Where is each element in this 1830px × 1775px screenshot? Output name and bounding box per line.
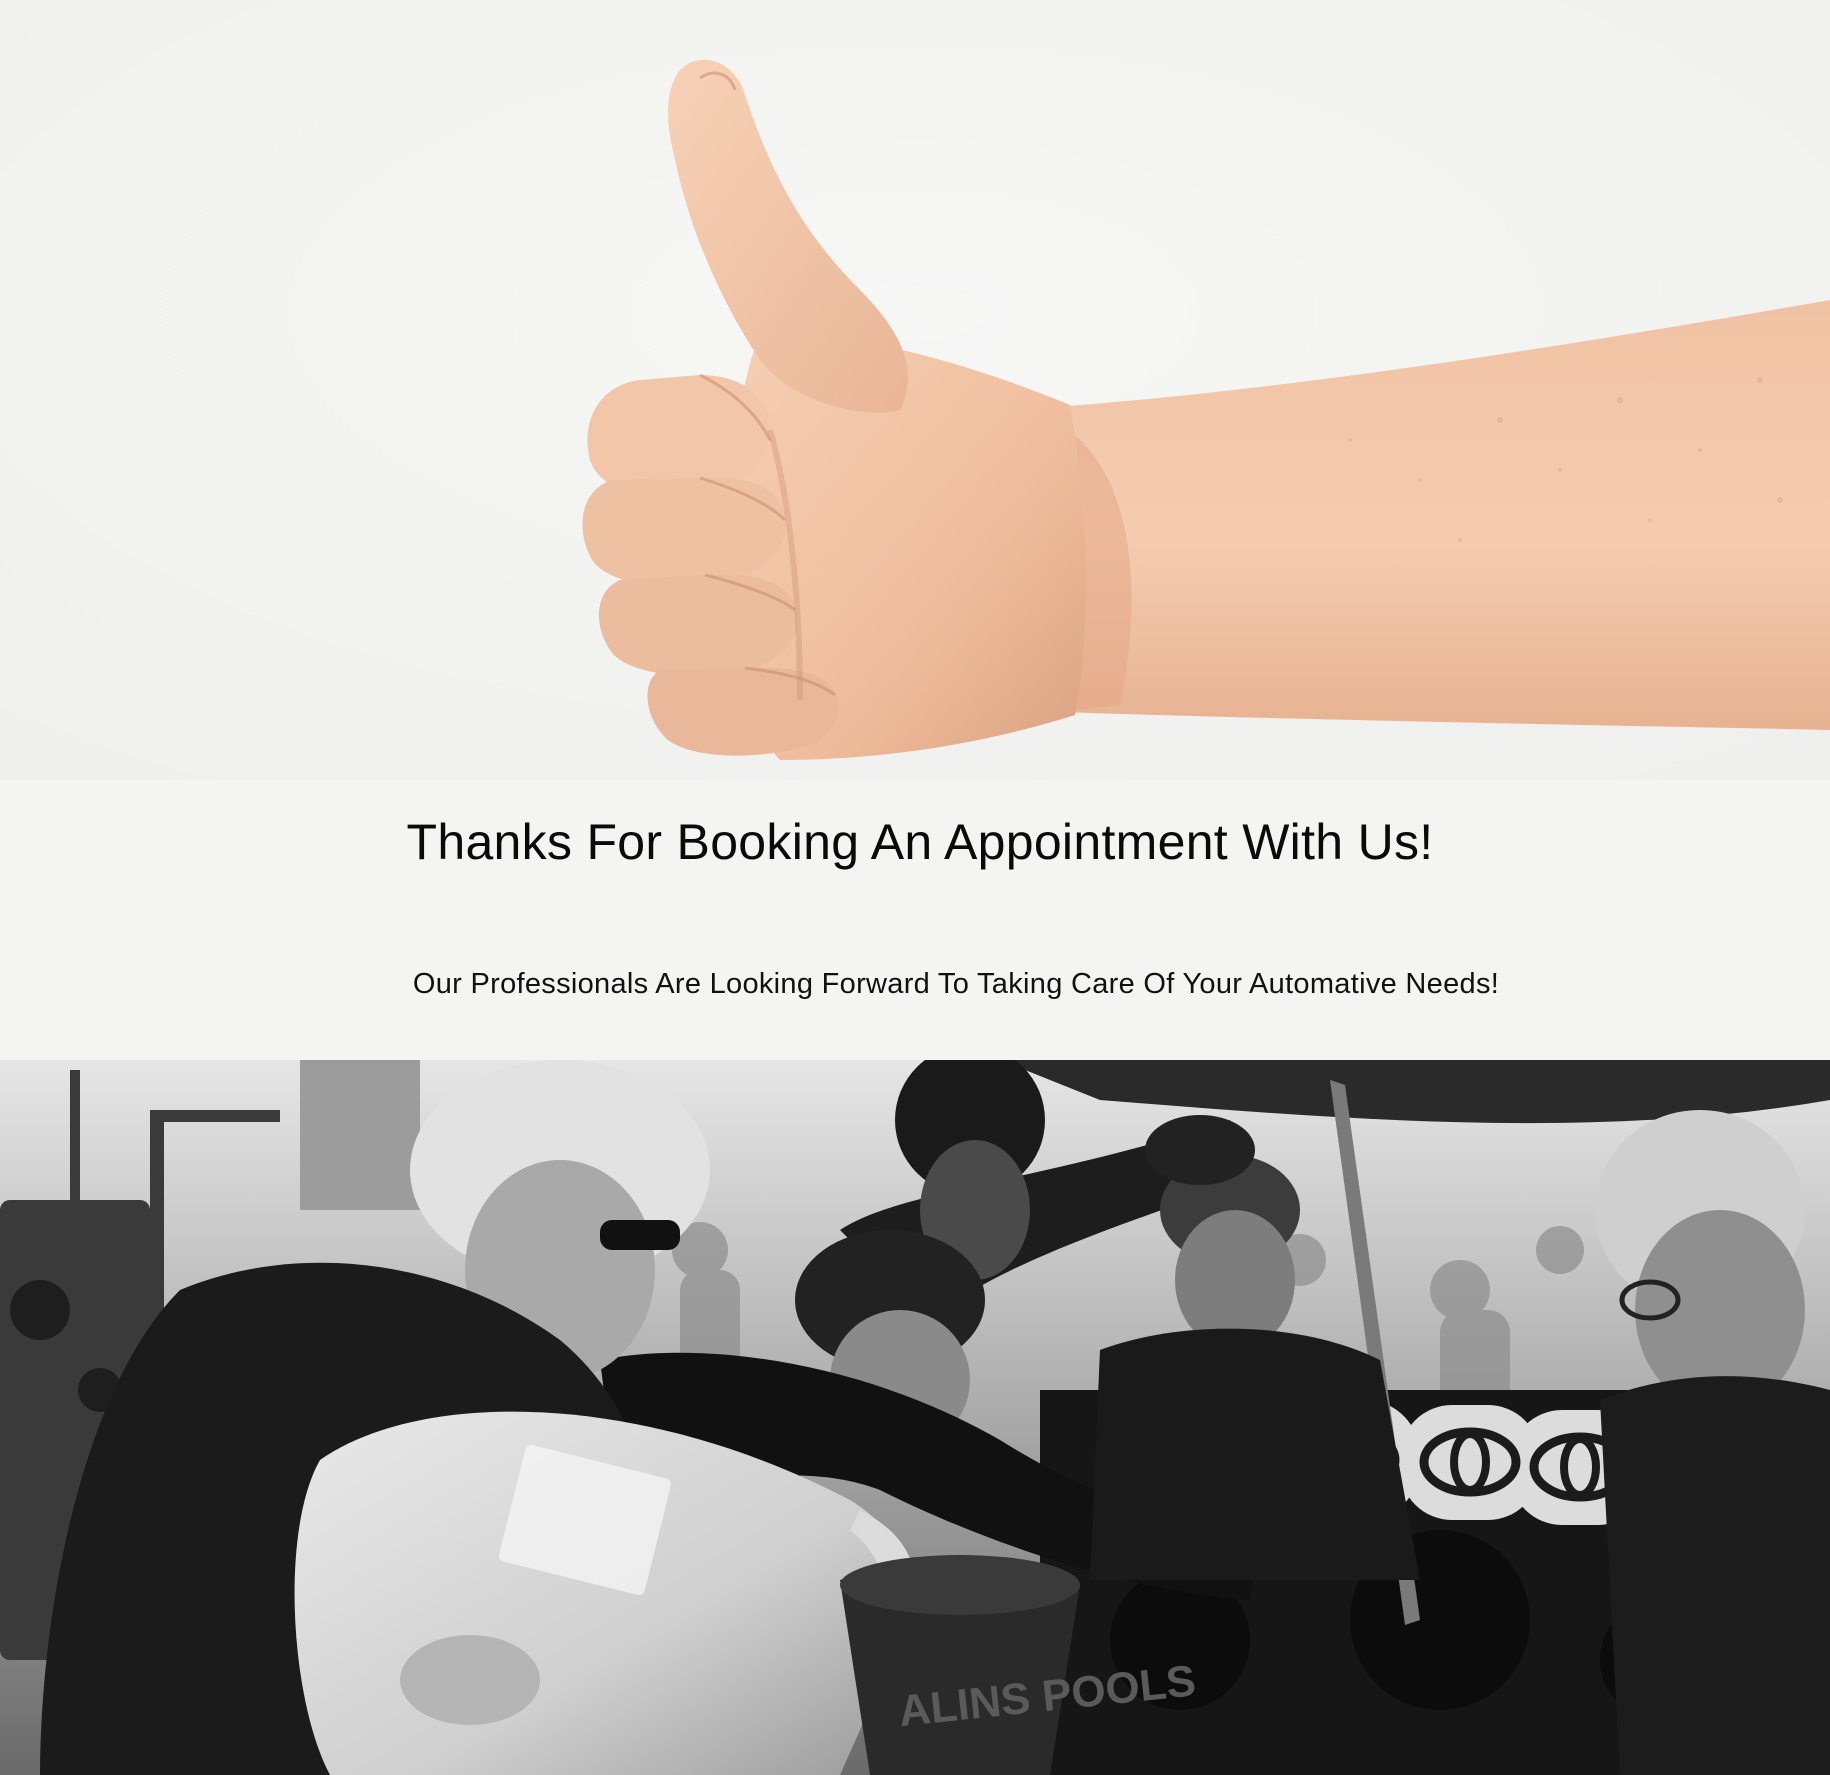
thumbs-up-image [0,0,1830,780]
mechanics-team-image: ALINS POOLS [0,1060,1830,1775]
confirmation-heading: Thanks For Booking An Appointment With U… [406,814,1434,870]
confirmation-subheading: Our Professionals Are Looking Forward To… [412,968,1500,1000]
booking-confirmation-page: Thanks For Booking An Appointment With U… [0,0,1830,1775]
